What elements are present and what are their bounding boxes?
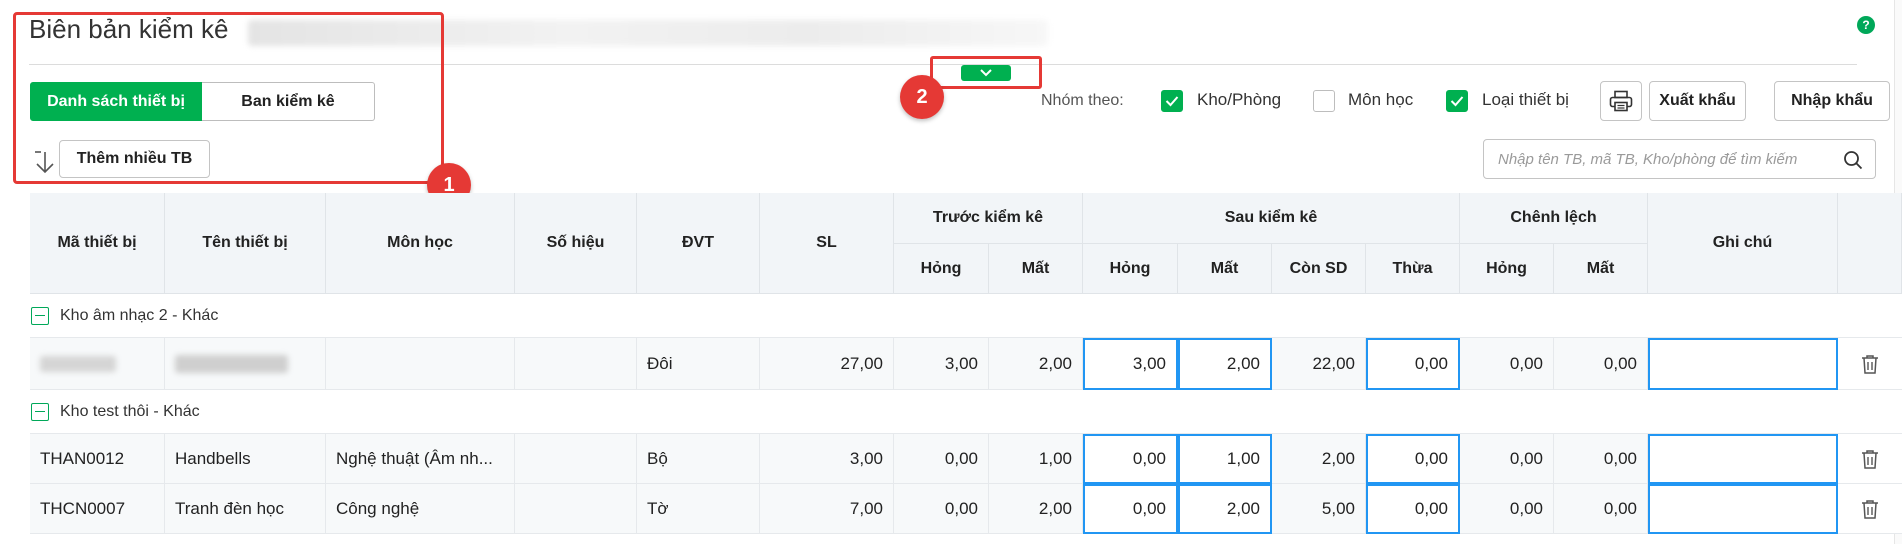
after-lost-input[interactable]: 2,00 [1178, 338, 1272, 390]
cell-before-broken: 3,00 [894, 338, 989, 390]
after-broken-input[interactable]: 3,00 [1083, 338, 1178, 390]
cell-diff-lost: 0,00 [1554, 484, 1648, 534]
header-name: Tên thiết bị [165, 193, 326, 294]
header-note: Ghi chú [1648, 193, 1838, 294]
delete-row-button[interactable] [1838, 338, 1902, 390]
trash-icon [1862, 449, 1878, 469]
cell-before-lost: 2,00 [989, 338, 1083, 390]
header-diff-group: Chênh lệch [1460, 193, 1648, 244]
header-before-group: Trước kiểm kê [894, 193, 1083, 244]
cell-before-lost: 2,00 [989, 484, 1083, 534]
cell-code: THCN0007 [30, 484, 165, 534]
group-by-room-checkbox[interactable] [1161, 90, 1183, 112]
cell-name: Tranh đèn học [165, 484, 326, 534]
cell-before-lost: 1,00 [989, 434, 1083, 484]
printer-icon [1609, 90, 1633, 112]
cell-serial [515, 434, 637, 484]
trash-icon [1862, 354, 1878, 374]
note-input[interactable] [1648, 338, 1838, 390]
collapse-toggle-button[interactable] [961, 65, 1011, 81]
cell-unit: Tờ [637, 484, 760, 534]
cell-after-in-use: 22,00 [1272, 338, 1366, 390]
header-after-group: Sau kiểm kê [1083, 193, 1460, 244]
cell-subject: Công nghệ [326, 484, 515, 534]
cell-name: Handbells [165, 434, 326, 484]
cell-diff-broken: 0,00 [1460, 338, 1554, 390]
cell-diff-broken: 0,00 [1460, 434, 1554, 484]
search-box [1483, 139, 1876, 179]
note-input[interactable] [1648, 434, 1838, 484]
search-input[interactable] [1498, 140, 1838, 178]
cell-code: THAN0012 [30, 434, 165, 484]
cell-qty: 27,00 [760, 338, 894, 390]
header-code: Mã thiết bị [30, 193, 165, 294]
print-button[interactable] [1600, 81, 1642, 121]
after-lost-input[interactable]: 2,00 [1178, 484, 1272, 534]
after-broken-input[interactable]: 0,00 [1083, 434, 1178, 484]
collapse-group-icon[interactable] [31, 402, 49, 421]
cell-qty: 3,00 [760, 434, 894, 484]
import-button[interactable]: Nhập khẩu [1774, 81, 1890, 121]
group-by-subject-checkbox[interactable] [1313, 90, 1335, 112]
help-icon[interactable]: ? [1857, 16, 1875, 34]
group-by-room-label: Kho/Phòng [1197, 90, 1282, 109]
header-actions [1838, 193, 1902, 294]
cell-after-in-use: 5,00 [1272, 484, 1366, 534]
delete-row-button[interactable] [1838, 484, 1902, 534]
group-by-label: Nhóm theo: [1041, 92, 1124, 109]
header-after-in-use: Còn SD [1272, 244, 1366, 294]
header-unit: ĐVT [637, 193, 760, 294]
header-before-broken: Hỏng [894, 244, 989, 294]
after-excess-input[interactable]: 0,00 [1366, 338, 1460, 390]
group-row: Kho âm nhạc 2 - Khác [30, 294, 1902, 338]
header-after-lost: Mất [1178, 244, 1272, 294]
group-by-type-checkbox[interactable] [1446, 90, 1468, 112]
cell-serial [515, 484, 637, 534]
header-qty: SL [760, 193, 894, 294]
header-before-lost: Mất [989, 244, 1083, 294]
trash-icon [1862, 499, 1878, 519]
after-excess-input[interactable]: 0,00 [1366, 434, 1460, 484]
cell-serial [515, 338, 637, 390]
cell-diff-broken: 0,00 [1460, 484, 1554, 534]
cell-unit: Đôi [637, 338, 760, 390]
cell-diff-lost: 0,00 [1554, 434, 1648, 484]
header-diff-broken: Hỏng [1460, 244, 1554, 294]
cell-before-broken: 0,00 [894, 434, 989, 484]
group-label: Kho test thôi - Khác [60, 402, 200, 420]
header-after-broken: Hỏng [1083, 244, 1178, 294]
after-broken-input[interactable]: 0,00 [1083, 484, 1178, 534]
cell-subject: Nghệ thuật (Âm nh... [326, 434, 515, 484]
export-button[interactable]: Xuất khẩu [1649, 81, 1746, 121]
after-excess-input[interactable]: 0,00 [1366, 484, 1460, 534]
chevron-down-icon [980, 69, 992, 77]
note-input[interactable] [1648, 484, 1838, 534]
cell-name [165, 338, 326, 390]
cell-qty: 7,00 [760, 484, 894, 534]
cell-before-broken: 0,00 [894, 484, 989, 534]
after-lost-input[interactable]: 1,00 [1178, 434, 1272, 484]
group-label: Kho âm nhạc 2 - Khác [60, 306, 219, 324]
header-subject: Môn học [326, 193, 515, 294]
annotation-box-1 [13, 12, 444, 184]
cell-subject [326, 338, 515, 390]
delete-row-button[interactable] [1838, 434, 1902, 484]
group-row: Kho test thôi - Khác [30, 390, 1902, 434]
checkmark-icon [1165, 96, 1179, 107]
inventory-table: Mã thiết bị Tên thiết bị Môn học Số hiệu… [30, 193, 1902, 544]
header-diff-lost: Mất [1554, 244, 1648, 294]
group-by-type-label: Loại thiết bị [1482, 90, 1569, 109]
search-icon[interactable] [1843, 150, 1863, 170]
cell-after-in-use: 2,00 [1272, 434, 1366, 484]
cell-unit: Bộ [637, 434, 760, 484]
checkmark-icon [1450, 96, 1464, 107]
cell-diff-lost: 0,00 [1554, 338, 1648, 390]
header-serial: Số hiệu [515, 193, 637, 294]
cell-code [30, 338, 165, 390]
header-after-excess: Thừa [1366, 244, 1460, 294]
collapse-group-icon[interactable] [31, 306, 49, 325]
group-by-subject-label: Môn học [1348, 90, 1414, 109]
annotation-badge-2: 2 [900, 75, 944, 119]
